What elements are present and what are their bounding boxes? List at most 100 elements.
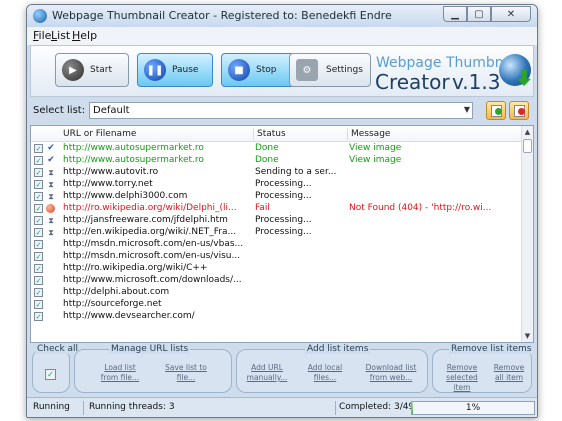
menu-file[interactable]: File (33, 29, 51, 42)
list-item[interactable]: ✓ http://www.microsoft.com/downloads/... (31, 275, 523, 286)
column-divider (253, 128, 254, 140)
list-item[interactable]: ✓ http://msdn.microsoft.com/en-us/visu... (31, 251, 523, 262)
logo-line2: Creator (375, 70, 450, 94)
list-item[interactable]: ✓ ✔ http://www.autosupermarket.ro Done View … (31, 155, 523, 166)
list-item[interactable]: ✓ ⧗ http://jansfreeware.com/jfdelphi.htm Pr… (31, 215, 523, 226)
menu-help[interactable]: Help (72, 29, 97, 42)
row-checkbox[interactable]: ✓ (34, 216, 43, 225)
status-bar: Running Running threads: 3 Completed: 3/… (27, 397, 537, 417)
list-item[interactable]: ✓ ⧗ http://www.delphi3000.com Processing... (31, 191, 523, 202)
checkmark-icon: ✔ (47, 143, 55, 153)
load-list-link[interactable]: Load list from file... (95, 363, 145, 383)
list-item[interactable]: ✓ http://delphi.about.com (31, 287, 523, 298)
list-header: URL or Filename Status Message (31, 126, 523, 142)
row-url: http://www.torry.net (63, 179, 153, 189)
pause-icon: ❚❚ (144, 59, 166, 81)
add-url-link[interactable]: Add URL manually... (245, 363, 289, 383)
title-bar: Webpage Thumbnail Creator - Registered t… (27, 5, 537, 27)
list-item[interactable]: ✓ http://msdn.microsoft.com/en-us/vbas... (31, 239, 523, 250)
menu-list[interactable]: List (51, 29, 70, 42)
row-checkbox[interactable]: ✓ (34, 228, 43, 237)
hourglass-icon: ⧗ (48, 216, 54, 225)
start-button[interactable]: ▶ Start (55, 53, 129, 87)
scroll-up-icon[interactable]: ▲ (522, 126, 533, 138)
row-url: http://www.autovit.ro (63, 167, 159, 177)
checkmark-icon: ✔ (47, 155, 55, 165)
vertical-scrollbar[interactable]: ▲ ▼ (521, 126, 533, 342)
settings-button[interactable]: ⚙ Settings (289, 53, 371, 87)
row-checkbox[interactable]: ✓ (34, 204, 43, 213)
list-dropdown[interactable]: Default ▼ (89, 102, 473, 119)
row-checkbox[interactable]: ✓ (34, 156, 43, 165)
progress-bar: 1% (411, 401, 535, 415)
close-icon[interactable]: ✕ (491, 6, 531, 22)
list-item[interactable]: ✓ ⧗ http://www.autovit.ro Sending to a ser.… (31, 167, 523, 178)
row-url: http://www.autosupermarket.ro (63, 155, 204, 165)
row-checkbox[interactable]: ✓ (34, 168, 43, 177)
status-completed: Completed: 3/493 (339, 402, 420, 412)
column-message[interactable]: Message (351, 129, 390, 139)
row-checkbox[interactable]: ✓ (34, 312, 43, 321)
scroll-down-icon[interactable]: ▼ (522, 330, 533, 342)
row-url: http://www.microsoft.com/downloads/... (63, 275, 242, 285)
row-status: Processing... (255, 179, 312, 189)
row-checkbox[interactable]: ✓ (34, 192, 43, 201)
add-local-link[interactable]: Add local files... (303, 363, 347, 383)
row-checkbox[interactable]: ✓ (34, 288, 43, 297)
row-checkbox[interactable]: ✓ (34, 240, 43, 249)
list-item[interactable]: ✓ http://ro.wikipedia.org/wiki/C++ (31, 263, 523, 274)
manage-lists-title: Manage URL lists (109, 344, 191, 354)
remove-selected-link[interactable]: Remove selected item (439, 363, 485, 393)
delete-list-button[interactable] (509, 101, 529, 120)
scroll-thumb[interactable] (523, 139, 532, 153)
row-status: Fail (255, 203, 270, 213)
select-list-row: Select list: Default ▼ (30, 99, 534, 123)
remove-items-title: Remove list items (449, 344, 534, 354)
row-checkbox[interactable]: ✓ (34, 276, 43, 285)
row-checkbox[interactable]: ✓ (34, 180, 43, 189)
manage-lists-group: Manage URL lists Load list from file... … (74, 344, 232, 393)
menu-bar: File List Help (27, 27, 537, 45)
url-list[interactable]: URL or Filename Status Message ✓ ✔ http://… (30, 125, 534, 343)
status-state: Running (33, 402, 70, 412)
row-checkbox[interactable]: ✓ (34, 300, 43, 309)
delete-icon (518, 108, 525, 115)
list-item[interactable]: ✓ ✔ http://www.autosupermarket.ro Done View … (31, 143, 523, 154)
list-item[interactable]: ✓ http://ro.wikipedia.org/wiki/Delphi_(li… (31, 203, 523, 214)
action-groups: Check all ✓ Manage URL lists Load list f… (30, 344, 534, 396)
row-url: http://en.wikipedia.org/wiki/.NET_Fra... (63, 227, 237, 237)
row-status: Processing... (255, 227, 312, 237)
row-checkbox[interactable]: ✓ (34, 252, 43, 261)
list-item[interactable]: ✓ http://sourceforge.net (31, 299, 523, 310)
download-list-link[interactable]: Download list from web... (361, 363, 421, 383)
add-items-group: Add list items Add URL manually... Add l… (236, 344, 428, 393)
list-item[interactable]: ✓ ⧗ http://en.wikipedia.org/wiki/.NET_Fra.… (31, 227, 523, 238)
list-item[interactable]: ✓ ⧗ http://www.torry.net Processing... (31, 179, 523, 190)
window-controls: ▁ ▢ ✕ (443, 6, 531, 22)
row-url: http://ro.wikipedia.org/wiki/Delphi_(li.… (63, 203, 237, 213)
error-icon (46, 204, 55, 213)
logo-version: v.1.3 (452, 70, 501, 94)
play-icon: ▶ (62, 59, 84, 81)
new-list-button[interactable] (486, 101, 506, 120)
save-list-link[interactable]: Save list to file... (157, 363, 215, 383)
minimize-icon[interactable]: ▁ (443, 6, 467, 22)
remove-all-link[interactable]: Remove all item (491, 363, 527, 383)
row-checkbox[interactable]: ✓ (34, 144, 43, 153)
column-status[interactable]: Status (257, 129, 286, 139)
hourglass-icon: ⧗ (48, 192, 54, 201)
hourglass-icon: ⧗ (48, 228, 54, 237)
list-item[interactable]: ✓ http://www.devsearcher.com/ (31, 311, 523, 322)
row-url: http://www.devsearcher.com/ (63, 311, 195, 321)
window-title: Webpage Thumbnail Creator - Registered t… (52, 9, 392, 22)
row-checkbox[interactable]: ✓ (34, 264, 43, 273)
check-all-checkbox[interactable]: ✓ (45, 369, 56, 380)
stop-button[interactable]: ■ Stop (221, 53, 295, 87)
app-window: Webpage Thumbnail Creator - Registered t… (26, 4, 538, 418)
row-status: Sending to a ser... (255, 167, 337, 177)
maximize-icon[interactable]: ▢ (467, 6, 491, 22)
pause-button[interactable]: ❚❚ Pause (137, 53, 213, 87)
row-url: http://www.autosupermarket.ro (63, 143, 204, 153)
column-url[interactable]: URL or Filename (63, 129, 136, 139)
row-status: Processing... (255, 191, 312, 201)
